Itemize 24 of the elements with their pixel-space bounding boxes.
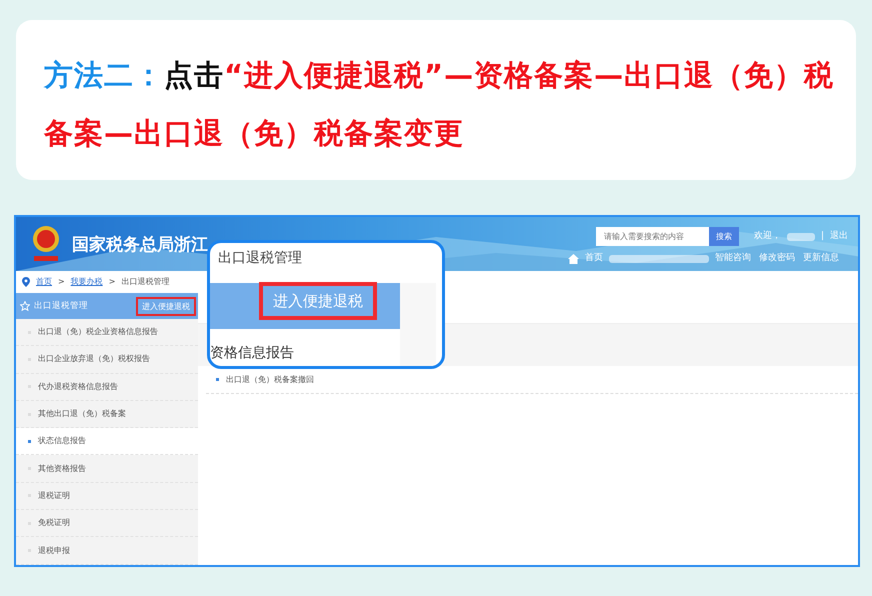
- breadcrumb-link[interactable]: 我要办税: [70, 276, 103, 288]
- sidebar-item[interactable]: 免税证明: [16, 510, 198, 538]
- instruction-heading: 方法二：点击“进入便捷退税”—资格备案—出口退（免）税备案—出口退（免）税备案变更: [44, 57, 836, 152]
- breadcrumb-separator: >: [108, 276, 116, 288]
- star-icon: [20, 301, 30, 311]
- breadcrumb-separator: >: [58, 276, 65, 288]
- breadcrumb-link[interactable]: 首页: [36, 276, 52, 288]
- callout-title: 出口退税管理: [217, 249, 303, 268]
- callout-caption: 资格信息报告: [210, 344, 294, 363]
- sidebar-item[interactable]: 代办退税资格信息报告: [16, 374, 198, 401]
- redacted-username: [787, 232, 815, 241]
- separator-text: |: [821, 230, 824, 243]
- search-button[interactable]: 搜索: [709, 227, 739, 246]
- location-pin-icon: [22, 277, 30, 287]
- sidebar-item[interactable]: 其他资格报告: [16, 455, 198, 483]
- breadcrumb-link[interactable]: 出口退税管理: [121, 276, 170, 288]
- site-title: 国家税务总局浙江: [72, 234, 208, 257]
- sidebar-title: 出口退税管理: [34, 300, 88, 312]
- sidebar-item[interactable]: 状态信息报告: [16, 428, 198, 456]
- home-icon: [568, 254, 579, 264]
- welcome-text: 欢迎，: [754, 230, 781, 243]
- sidebar-item[interactable]: 退税申报: [16, 537, 198, 565]
- search-field[interactable]: 请输入需要搜索的内容: [596, 227, 709, 246]
- sidebar-item[interactable]: 退税证明: [16, 482, 198, 510]
